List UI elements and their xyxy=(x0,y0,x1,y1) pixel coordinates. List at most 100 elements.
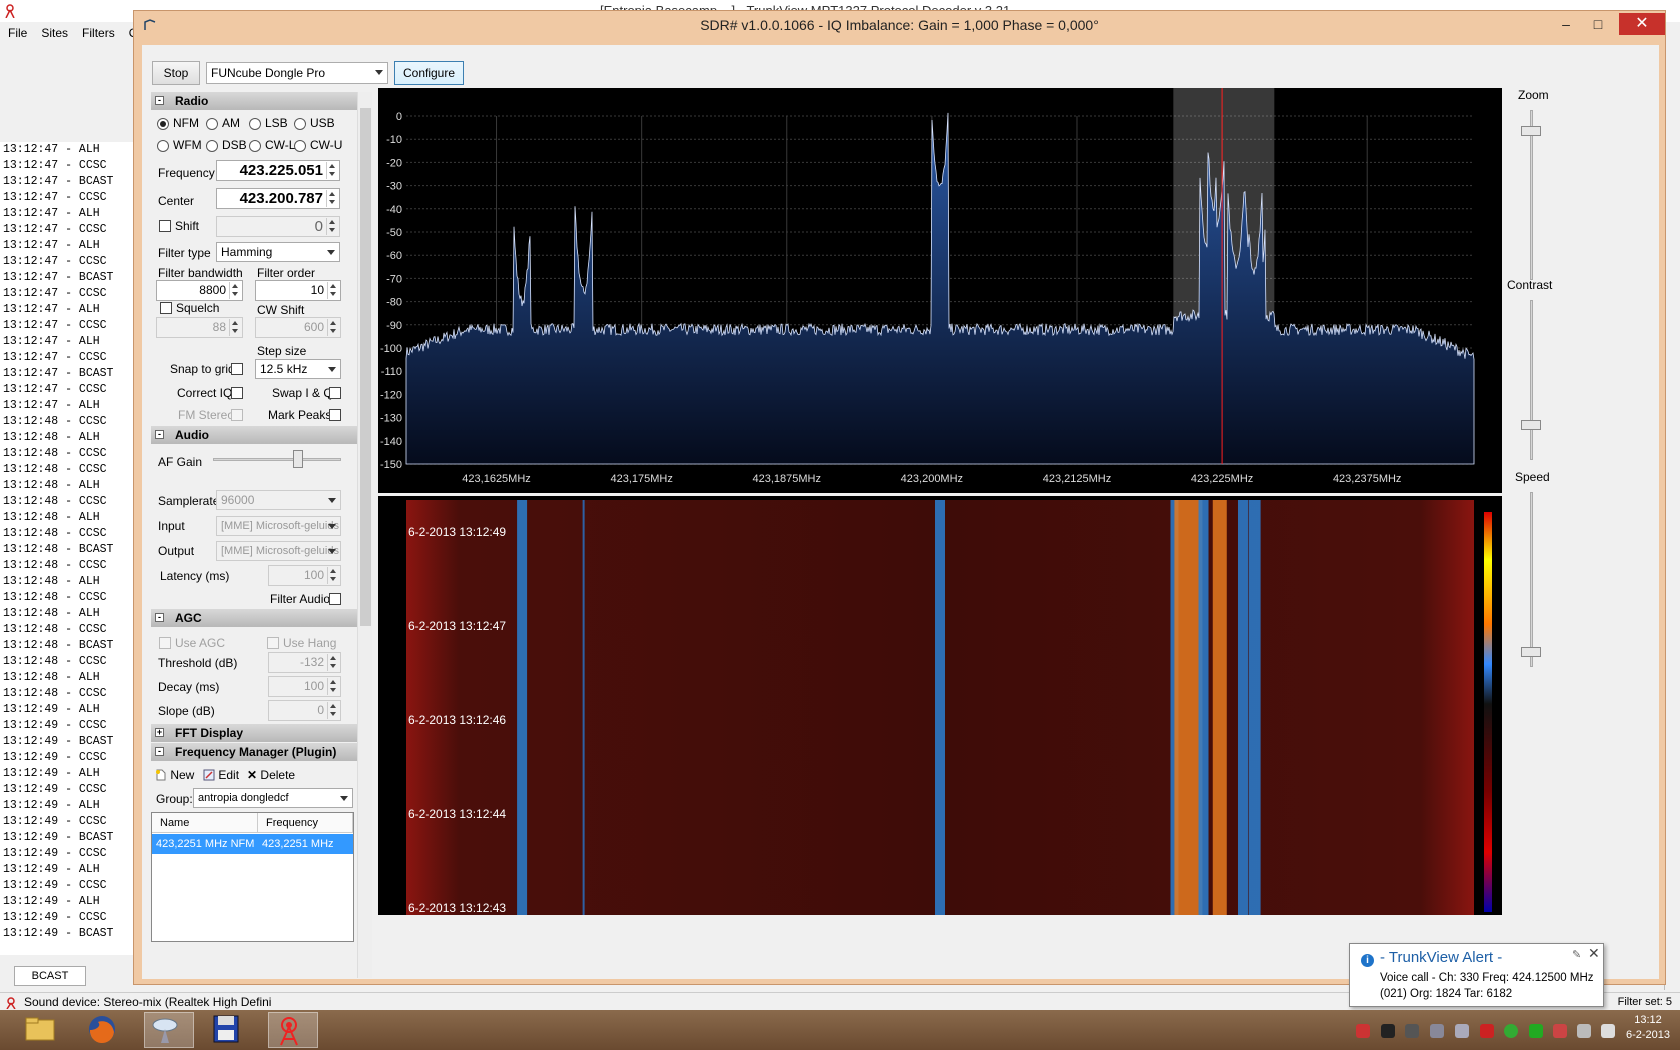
maximize-icon[interactable]: □ xyxy=(1583,13,1613,35)
tray-app-icon[interactable] xyxy=(1405,1024,1419,1038)
fm-delete-button[interactable]: ✕ Delete xyxy=(247,768,295,782)
table-row[interactable]: 423,2251 MHz NFM 423,2251 MHz xyxy=(152,834,353,854)
spin-icon[interactable] xyxy=(327,567,339,584)
decoder-log[interactable]: 13:12:47 - ALH 13:12:47 - CCSC 13:12:47 - … xyxy=(0,142,134,955)
minimize-icon[interactable]: – xyxy=(1551,13,1581,35)
shift-field[interactable]: 0 xyxy=(216,216,340,237)
device-select[interactable]: FUNcube Dongle Pro xyxy=(206,62,388,84)
fft-display-section-header[interactable]: + FFT Display xyxy=(151,724,370,742)
speaker-icon[interactable] xyxy=(1601,1024,1615,1038)
filter-order-field[interactable]: 10 xyxy=(255,280,341,301)
squelch-checkbox[interactable] xyxy=(160,302,172,314)
taskbar-trunkview[interactable] xyxy=(268,1012,318,1048)
swap-iq-checkbox[interactable] xyxy=(329,387,341,399)
col-frequency-header[interactable]: Frequency xyxy=(258,813,353,833)
spin-icon[interactable] xyxy=(327,282,339,299)
tray-app-icon[interactable] xyxy=(1381,1024,1395,1038)
filter-type-select[interactable]: Hamming xyxy=(216,242,340,262)
taskbar-clock[interactable]: 13:12 6-2-2013 xyxy=(1626,1013,1670,1043)
taskbar-explorer[interactable] xyxy=(20,1012,70,1048)
menu-file[interactable]: File xyxy=(8,26,27,40)
tray-app-icon[interactable] xyxy=(1504,1024,1518,1038)
snap-to-grid-checkbox[interactable] xyxy=(231,363,243,375)
tray-app-icon[interactable] xyxy=(1430,1024,1444,1038)
fm-stereo-checkbox[interactable] xyxy=(231,409,243,421)
mode-radio-wfm[interactable] xyxy=(157,140,169,152)
mode-radio-lsb[interactable] xyxy=(249,118,261,130)
spin-icon[interactable] xyxy=(327,654,339,671)
speed-slider-thumb[interactable] xyxy=(1521,647,1541,658)
waterfall-display[interactable]: 6-2-2013 13:12:49 6-2-2013 13:12:47 6-2-20… xyxy=(378,496,1502,915)
sdr-titlebar[interactable]: SDR# v1.0.0.1066 - IQ Imbalance: Gain = … xyxy=(134,11,1665,39)
speed-slider[interactable] xyxy=(1530,492,1533,667)
spin-icon[interactable] xyxy=(229,319,241,336)
zoom-slider-thumb[interactable] xyxy=(1521,126,1541,136)
fm-new-button[interactable]: New xyxy=(155,768,194,782)
configure-button[interactable]: Configure xyxy=(394,61,464,85)
cw-shift-field[interactable]: 600 xyxy=(255,317,341,338)
af-gain-slider[interactable] xyxy=(213,458,341,461)
bcast-field[interactable]: BCAST xyxy=(14,966,86,986)
mode-radio-cw-l[interactable] xyxy=(249,140,261,152)
filter-audio-checkbox[interactable] xyxy=(329,593,341,605)
spin-icon[interactable] xyxy=(326,218,338,235)
samplerate-select[interactable]: 96000 xyxy=(216,490,341,510)
mode-radio-cw-u[interactable] xyxy=(294,140,306,152)
mode-radio-usb[interactable] xyxy=(294,118,306,130)
menu-filters[interactable]: Filters xyxy=(82,26,115,40)
group-select[interactable]: antropia dongledcf xyxy=(193,788,353,808)
filter-bandwidth-field[interactable]: 8800 xyxy=(156,280,243,301)
agc-section-header[interactable]: - AGC xyxy=(151,609,370,627)
use-agc-checkbox[interactable] xyxy=(159,637,171,649)
stop-button[interactable]: Stop xyxy=(152,61,200,85)
af-gain-slider-thumb[interactable] xyxy=(293,450,304,468)
close-icon[interactable]: ✕ xyxy=(1588,945,1600,962)
frequency-field[interactable]: 423.225.051 xyxy=(216,160,340,181)
tray-app-icon[interactable] xyxy=(1455,1024,1469,1038)
correct-iq-checkbox[interactable] xyxy=(231,387,243,399)
spin-icon[interactable] xyxy=(326,190,338,207)
spin-icon[interactable] xyxy=(327,678,339,695)
network-icon[interactable] xyxy=(1577,1024,1591,1038)
trunkview-tray-icon[interactable] xyxy=(1356,1024,1370,1038)
trunkview-alert-popup[interactable]: i - TrunkView Alert - ✎ ✕ Voice call - C… xyxy=(1349,943,1604,1007)
use-hang-checkbox[interactable] xyxy=(267,637,279,649)
mode-radio-am[interactable] xyxy=(206,118,218,130)
tray-app-icon[interactable] xyxy=(1480,1024,1494,1038)
mark-peaks-checkbox[interactable] xyxy=(329,409,341,421)
security-icon[interactable] xyxy=(1529,1024,1543,1038)
center-field[interactable]: 423.200.787 xyxy=(216,188,340,209)
mode-radio-dsb[interactable] xyxy=(206,140,218,152)
threshold-field[interactable]: -132 xyxy=(268,652,341,673)
left-panel-scrollbar[interactable] xyxy=(357,92,372,978)
taskbar-firefox[interactable] xyxy=(82,1012,132,1048)
fm-edit-button[interactable]: Edit xyxy=(203,768,239,782)
audio-section-header[interactable]: - Audio xyxy=(151,426,370,444)
decay-field[interactable]: 100 xyxy=(268,676,341,697)
spin-icon[interactable] xyxy=(327,702,339,719)
latency-field[interactable]: 100 xyxy=(268,565,341,586)
taskbar-save-app[interactable] xyxy=(206,1012,256,1048)
squelch-field[interactable]: 88 xyxy=(156,317,243,338)
spin-icon[interactable] xyxy=(327,319,339,336)
menu-sites[interactable]: Sites xyxy=(41,26,68,40)
pin-icon[interactable]: ✎ xyxy=(1572,948,1581,961)
mode-radio-nfm[interactable] xyxy=(157,118,169,130)
spectrum-analyzer[interactable]: 0 -10 -20 -30 -40 -50 -60 -70 -80 -90 -100 -110 -120… xyxy=(378,88,1502,493)
spin-icon[interactable] xyxy=(326,162,338,179)
output-select[interactable]: [MME] Microsoft-geluids xyxy=(216,541,341,561)
scrollbar-thumb[interactable] xyxy=(360,108,371,626)
col-name-header[interactable]: Name xyxy=(152,813,258,833)
spin-icon[interactable] xyxy=(229,282,241,299)
slope-field[interactable]: 0 xyxy=(268,700,341,721)
shift-checkbox[interactable] xyxy=(159,220,171,232)
frequency-manager-section-header[interactable]: - Frequency Manager (Plugin) xyxy=(151,743,370,761)
contrast-slider[interactable] xyxy=(1530,300,1533,460)
taskbar-sdr[interactable] xyxy=(144,1012,194,1048)
flag-icon[interactable] xyxy=(1553,1024,1567,1038)
close-icon[interactable]: ✕ xyxy=(1619,13,1665,35)
input-select[interactable]: [MME] Microsoft-geluids xyxy=(216,516,341,536)
step-size-select[interactable]: 12.5 kHz xyxy=(255,359,341,379)
contrast-slider-thumb[interactable] xyxy=(1521,420,1541,430)
radio-section-header[interactable]: - Radio xyxy=(151,92,370,110)
